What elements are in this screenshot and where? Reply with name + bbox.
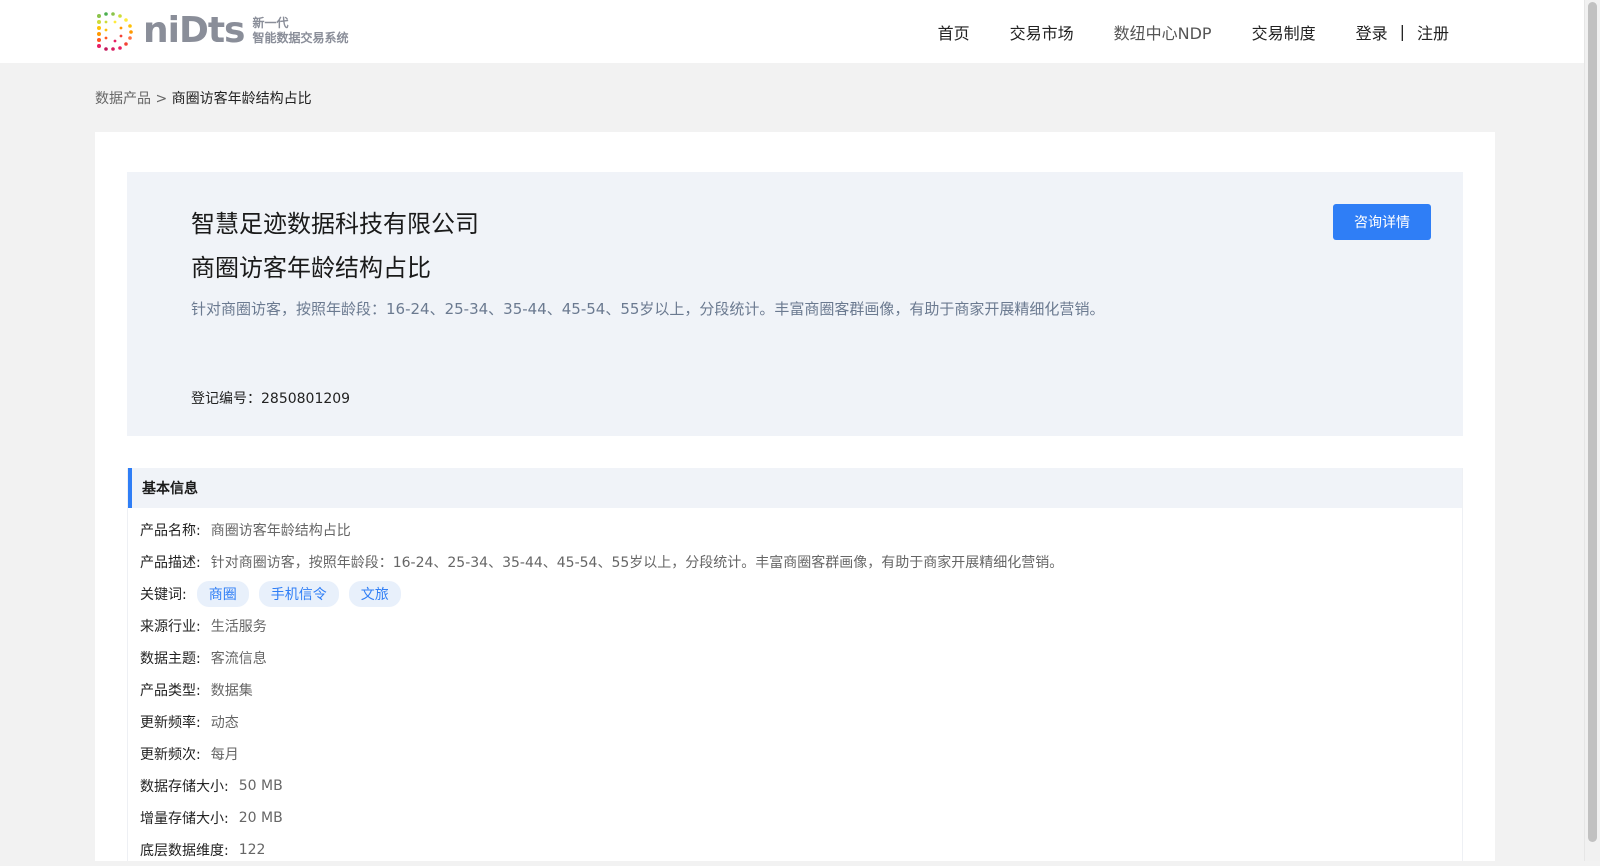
auth-separator: | xyxy=(1399,22,1405,41)
nav-item-rules[interactable]: 交易制度 xyxy=(1252,20,1316,44)
keyword-tag[interactable]: 文旅 xyxy=(348,581,401,607)
product-summary: 针对商圈访客，按照年龄段：16-24、25-34、35-44、45-54、55岁… xyxy=(191,300,1105,318)
product-title: 商圈访客年龄结构占比 xyxy=(191,254,431,282)
product-detail-card: 智慧足迹数据科技有限公司 商圈访客年龄结构占比 针对商圈访客，按照年龄段：16-… xyxy=(95,132,1495,861)
info-value: 122 xyxy=(238,842,266,858)
top-header: niDts 新一代 智能数据交易系统 首页 交易市场 数纽中心NDP 交易制度 … xyxy=(0,0,1584,63)
info-row-name: 产品名称: 商圈访客年龄结构占比 xyxy=(140,514,1462,546)
info-value: 数据集 xyxy=(210,683,253,699)
nav-item-market[interactable]: 交易市场 xyxy=(1010,20,1074,44)
auth-links: 登录 | 注册 xyxy=(1356,20,1449,44)
registration-value: 2850801209 xyxy=(261,391,351,407)
logo-d-icon xyxy=(97,12,133,51)
product-hero: 智慧足迹数据科技有限公司 商圈访客年龄结构占比 针对商圈访客，按照年龄段：16-… xyxy=(127,172,1463,436)
info-row-storage: 数据存储大小: 50 MB xyxy=(140,770,1462,802)
site-logo[interactable]: niDts 新一代 智能数据交易系统 xyxy=(93,10,349,52)
breadcrumb-current: 商圈访客年龄结构占比 xyxy=(171,91,312,107)
info-row-industry: 来源行业: 生活服务 xyxy=(140,610,1462,642)
basic-info-section: 基本信息 产品名称: 商圈访客年龄结构占比 产品描述: 针对商圈访客，按照年龄段… xyxy=(127,468,1463,861)
info-value: 客流信息 xyxy=(210,651,267,667)
info-label: 产品描述: xyxy=(140,555,201,571)
logo-tagline: 新一代 智能数据交易系统 xyxy=(253,16,349,46)
logo-wordmark: niDts xyxy=(143,10,245,51)
info-label: 更新频率: xyxy=(140,715,201,731)
registration-label: 登记编号： xyxy=(191,391,261,407)
logo-tagline-line2: 智能数据交易系统 xyxy=(252,31,349,45)
scrollbar-thumb[interactable] xyxy=(1588,2,1597,842)
nav-item-home[interactable]: 首页 xyxy=(938,20,970,44)
info-label: 更新频次: xyxy=(140,747,201,763)
main-nav: 首页 交易市场 数纽中心NDP 交易制度 登录 | 注册 xyxy=(898,0,1449,63)
info-label: 底层数据维度: xyxy=(140,843,229,859)
nav-item-ndp[interactable]: 数纽中心NDP xyxy=(1114,20,1212,44)
info-label: 数据存储大小: xyxy=(140,779,229,795)
keyword-tag[interactable]: 手机信令 xyxy=(258,581,339,607)
info-label: 增量存储大小: xyxy=(140,811,229,827)
register-link[interactable]: 注册 xyxy=(1417,20,1449,44)
breadcrumb-parent[interactable]: 数据产品 xyxy=(95,91,151,107)
info-row-type: 产品类型: 数据集 xyxy=(140,674,1462,706)
info-label: 产品名称: xyxy=(140,523,201,539)
info-value: 动态 xyxy=(210,715,239,731)
info-label: 数据主题: xyxy=(140,651,201,667)
info-label: 产品类型: xyxy=(140,683,201,699)
info-row-incremental: 增量存储大小: 20 MB xyxy=(140,802,1462,834)
consult-details-button[interactable]: 咨询详情 xyxy=(1333,204,1431,240)
info-value: 针对商圈访客，按照年龄段：16-24、25-34、35-44、45-54、55岁… xyxy=(210,555,1064,571)
info-value: 50 MB xyxy=(238,778,283,794)
company-name: 智慧足迹数据科技有限公司 xyxy=(191,210,479,238)
breadcrumb-arrow: > xyxy=(155,91,168,107)
login-link[interactable]: 登录 xyxy=(1356,20,1388,44)
info-row-frequency: 更新频率: 动态 xyxy=(140,706,1462,738)
registration-number: 登记编号：2850801209 xyxy=(191,388,350,408)
info-row-keywords: 关键词: 商圈 手机信令 文旅 xyxy=(140,578,1462,610)
info-row-theme: 数据主题: 客流信息 xyxy=(140,642,1462,674)
logo-tagline-line1: 新一代 xyxy=(252,16,289,30)
breadcrumb: 数据产品 > 商圈访客年龄结构占比 xyxy=(95,88,312,108)
info-row-dimensions: 底层数据维度: 122 xyxy=(140,834,1462,866)
keyword-tags: 商圈 手机信令 文旅 xyxy=(196,581,411,607)
basic-info-title: 基本信息 xyxy=(128,468,1462,508)
info-row-description: 产品描述: 针对商圈访客，按照年龄段：16-24、25-34、35-44、45-… xyxy=(140,546,1462,578)
info-value: 商圈访客年龄结构占比 xyxy=(210,523,351,539)
page-scrollbar[interactable] xyxy=(1584,0,1600,861)
keyword-tag[interactable]: 商圈 xyxy=(196,581,249,607)
info-label: 来源行业: xyxy=(140,619,201,635)
basic-info-list: 产品名称: 商圈访客年龄结构占比 产品描述: 针对商圈访客，按照年龄段：16-2… xyxy=(128,508,1462,866)
info-label: 关键词: xyxy=(140,587,187,603)
info-value: 20 MB xyxy=(238,810,283,826)
info-value: 生活服务 xyxy=(210,619,267,635)
info-value: 每月 xyxy=(210,747,239,763)
info-row-cadence: 更新频次: 每月 xyxy=(140,738,1462,770)
